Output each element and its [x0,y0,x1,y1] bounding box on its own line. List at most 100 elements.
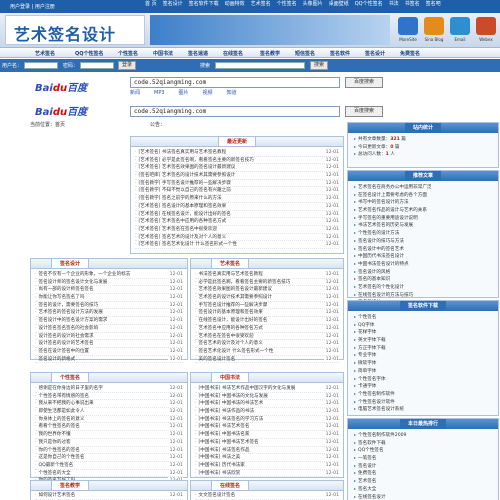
list-item-title[interactable]: QQ最新个性签名 [38,463,73,468]
sina-icon[interactable] [424,17,444,35]
list-item[interactable]: 签名设计的新格式 12-01 [35,355,183,364]
list-item[interactable]: [中国书法] 中国书法艺术签名 12-01 [195,438,339,447]
topnav-item[interactable]: 书签名 [405,2,420,7]
list-item-title[interactable]: [中国书法] 书法欣赏 [198,471,240,476]
list-item-title[interactable]: [中国书法] 中国书法名家 [198,432,249,437]
list-item-title[interactable]: 这是你自己的个性签名 [38,455,84,460]
site-logo[interactable]: 艺术签名设计 [5,15,145,45]
topnav-item[interactable]: 签名吧 [426,2,441,7]
list-item[interactable]: 在签名设计上需要考虑的各个方面 [354,191,492,199]
list-item-title[interactable]: 美的签名设计签名 [198,357,235,362]
list-item[interactable]: 签名艺术的设计及对个人的意义 12-01 [195,340,339,348]
list-item[interactable]: 我的世界你不懂 12-01 [35,431,183,439]
list-item[interactable]: [签名吧库] 艺术签名的设计技术其需要参照设计 12-01 [135,172,339,180]
list-item[interactable]: 即使生活都是如此令人 12-01 [35,408,183,416]
list-item[interactable]: 艺术签名在商务办公中运用非常广泛 [354,183,492,191]
list-item[interactable]: 个性签名设计软件 [354,398,492,406]
list-item[interactable]: 在线签名设计的方法与技巧 [354,291,492,299]
baidu-search-input[interactable]: code.52qiangming.com [130,77,340,88]
list-item[interactable]: [中国书法] 书法艺术签名 12-01 [195,423,339,432]
list-item-title[interactable]: [艺术签名] 在线签名设计，能设计出好的签名 [138,212,230,217]
list-item[interactable]: [艺术签名] 签名艺术的设计及对个人的意义 12-01 [135,233,339,242]
list-item[interactable]: 个性签名的大全 12-01 [35,469,183,478]
list-item[interactable]: 你能让你写名签名了吗 12-01 [35,294,183,302]
nav-item[interactable]: 中国书法 [153,50,173,57]
list-item-title[interactable]: [中国书法] 中国书法的文化与发展 [198,394,267,399]
nav-item[interactable]: 签名速递 [188,50,208,57]
list-item-title[interactable]: 签名设计的基本原理和签名效果 [198,310,262,315]
list-item[interactable]: [签名教学] 不知不觉以自己的签名有兴趣之前 12-01 [135,187,339,196]
list-item[interactable]: [中国书法] 中国书法的文化与发展 12-01 [195,392,339,401]
list-item[interactable]: [艺术签名] 必学是此签名啊，看看签名主要的新签名技巧 12-01 [135,156,339,165]
list-item[interactable]: [中国书法] 书法之美 12-01 [195,454,339,462]
list-item[interactable]: 签名大全 [354,485,492,493]
nav-item[interactable]: 在线签名 [223,50,243,57]
list-item[interactable]: 中国书法签名设计的特点 [354,260,492,268]
list-item[interactable]: 艺术签名的设计技术其需要参照设计 12-01 [195,294,339,302]
list-item-title[interactable]: 感谢是在你身边的日子里的名字 [38,386,102,391]
list-item[interactable]: 手写签名设计推荐的一些解决步骤 12-01 [195,301,339,310]
list-item[interactable]: 个性签名字体 [354,375,492,383]
list-item[interactable]: [中国书法] 中国书法的书法艺术 12-01 [195,400,339,409]
topnav-item[interactable]: 艺术签名 [251,2,271,7]
list-item-title[interactable]: [中国书法] 书法之美 [198,455,240,460]
list-item[interactable]: 看看个性签名的签名 12-01 [35,423,183,432]
list-item-title[interactable]: 我从来不把我的心事说出来 [38,401,93,406]
topnav-item[interactable]: 首 页 [145,2,157,7]
list-item[interactable]: 在线签名设计，能设计出好的签名 12-01 [195,317,339,325]
list-item-title[interactable]: [艺术签名] 艺术签名中应用的各种签名方式 [138,219,226,224]
list-item-title[interactable]: [中国书法] 中国书法的书法艺术 [198,401,263,406]
list-item[interactable]: 我只是你的过客 12-01 [35,438,183,447]
list-item-title[interactable]: [中国书法] 书法签名作品 [198,448,249,453]
list-item[interactable]: [中国书法] 书法签名作品 12-01 [195,446,339,455]
list-item-title[interactable]: 签名艺术的设计及对个人的意义 [198,341,262,346]
list-item-title[interactable]: 看看个性签名的签名 [38,424,79,429]
list-item[interactable]: QQ个性签名 [354,446,492,454]
list-item[interactable]: 个性签名的设计方法 [354,229,492,237]
list-item[interactable]: 艺术签名在签名中很受欢迎 12-01 [195,332,339,341]
baidu-tab[interactable]: 新闻 [130,90,140,96]
list-item[interactable]: 艺术签名的个性化设计 [354,283,492,291]
list-item[interactable]: 签名设计中的签名设计方案的需求 12-01 [35,317,183,325]
list-item[interactable]: 书法艺术签名的历史与发展 [354,221,492,229]
topnav-item[interactable]: 签名设计 [163,2,183,7]
list-item-title[interactable]: 设计签名签名签名的社会影响 [38,326,98,331]
list-item[interactable]: 个性签名制作软件2009 [354,431,492,439]
list-item[interactable]: [艺术签名] 书法签名真实用与艺术签名教程 12-01 [135,149,339,157]
list-item-title[interactable]: 艺术签名效果图的签名设计最新建议 [198,287,272,292]
nav-item[interactable]: 签名软件 [330,50,350,57]
list-item[interactable]: 我从来不把我的心事说出来 12-01 [35,400,183,409]
list-item[interactable]: 艺术签名效果图的签名设计最新建议 12-01 [195,286,339,295]
list-item[interactable]: 美的签名设计签名 12-01 [195,355,339,364]
list-item[interactable]: 签名在设计签名中的位置 12-01 [35,347,183,356]
list-item-title[interactable]: [签名教学] 签名之前学的原来什么的方法 [138,196,221,201]
list-item-title[interactable]: 设计签名的设计的艺术签名 [38,341,93,346]
list-item[interactable]: 个性签名带有情感的签名 12-01 [35,392,183,401]
nav-item[interactable]: 短信签名 [295,50,315,57]
list-item[interactable]: 签名设计中的签名艺术 [354,245,492,253]
list-item-title[interactable]: 在线签名设计，能设计出好的签名 [198,318,267,323]
list-item-title[interactable]: [签名教学] 手写签名设计推荐的一些解决步骤 [138,181,230,186]
list-item-title[interactable]: 手写签名设计推荐的一些解决步骤 [198,303,267,308]
list-item-title[interactable]: 必学是此签名啊，看看签名主要的新签名技巧 [198,280,290,285]
list-item-title[interactable]: 签名不仅有一个企业的形象，一个企业的标志 [38,272,130,277]
list-item-title[interactable]: [中国书法] 中国书法艺术签名 [198,440,258,445]
login-links[interactable]: 用户登录 | 用户注册 [10,3,55,10]
list-item[interactable]: [中国书法] 中国书法名家 12-01 [195,431,339,439]
list-item[interactable]: 签名软件下载 [354,439,492,447]
topnav-item[interactable]: 书法 [389,2,399,7]
password-input[interactable] [80,62,114,69]
list-item[interactable]: 个性签名制作软件 [354,390,492,398]
login-button[interactable]: 登录 [118,61,137,70]
mail-icon[interactable] [450,17,470,35]
list-item-title[interactable]: 签名的设计，需要签名的技巧 [38,303,98,308]
list-item-title[interactable]: 即使生活都是如此令人 [38,409,84,414]
nav-item[interactable]: 个性签名 [118,50,138,57]
list-item[interactable]: [签名教学] 签名之前学的原来什么的方法 12-01 [135,195,339,203]
list-item-title[interactable]: 签名设计的新格式 [38,357,75,362]
list-item[interactable]: [艺术签名] 签名设计的基本原理和签名效果 12-01 [135,202,339,211]
list-item[interactable]: 签名不仅有一个企业的形象，一个企业的标志 12-01 [35,271,183,279]
list-item[interactable]: 文文签名设计签名 12-01 [195,492,339,500]
list-item[interactable]: 签名设计的技巧与方法 [354,237,492,245]
baidu-search-button[interactable]: 百度搜索 [345,77,383,88]
